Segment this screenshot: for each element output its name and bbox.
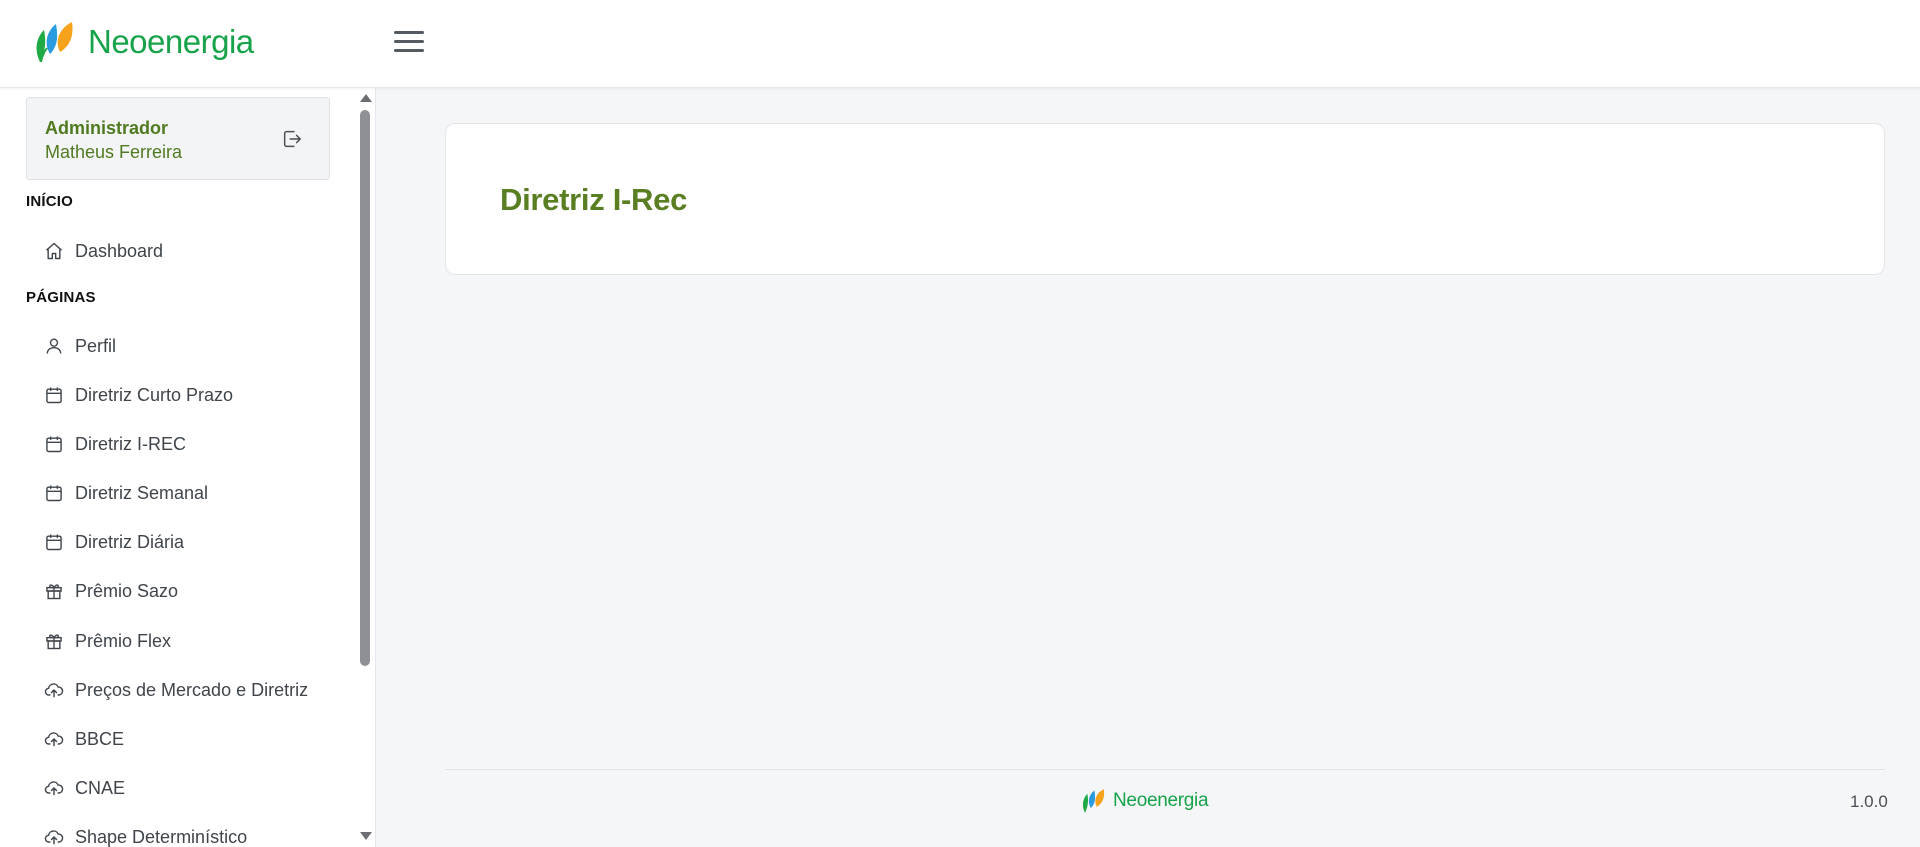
sidebar-item-label: Diretriz I-REC xyxy=(75,433,186,454)
cloud-upload-icon xyxy=(44,729,64,749)
sidebar-item-shape-deterministico[interactable]: Shape Determinístico xyxy=(44,819,344,847)
home-icon xyxy=(44,241,64,261)
version-label: 1.0.0 xyxy=(1850,792,1888,811)
sidebar-item-label: BBCE xyxy=(75,728,125,749)
neoenergia-leaf-icon xyxy=(1082,789,1105,813)
sidebar-item-diretriz-i-rec[interactable]: Diretriz I-REC xyxy=(44,426,344,462)
page-title: Diretriz I-Rec xyxy=(500,182,688,217)
scrollbar-thumb[interactable] xyxy=(360,110,370,666)
section-title-paginas: PÁGINAS xyxy=(26,289,96,306)
sidebar-item-perfil[interactable]: Perfil xyxy=(44,328,344,364)
sidebar-item-label: Shape Determinístico xyxy=(75,826,248,847)
sidebar-item-label: Diretriz Diária xyxy=(75,531,185,552)
sidebar-item-diretriz-diaria[interactable]: Diretriz Diária xyxy=(44,524,344,560)
brand-name: Neoenergia xyxy=(88,23,254,60)
user-name: Matheus Ferreira xyxy=(45,142,183,162)
hamburger-line xyxy=(394,31,424,34)
sidebar-item-label: Dashboard xyxy=(75,240,164,261)
user-icon xyxy=(44,336,64,356)
hamburger-line xyxy=(394,49,424,52)
brand-logo[interactable]: Neoenergia xyxy=(32,20,254,64)
sidebar-item-label: Diretriz Semanal xyxy=(75,482,209,503)
scroll-up-arrow-icon[interactable] xyxy=(360,94,372,102)
sidebar-item-cnae[interactable]: CNAE xyxy=(44,770,344,806)
section-title-inicio: INÍCIO xyxy=(26,193,74,210)
calendar-icon xyxy=(44,434,64,454)
sidebar-item-premio-flex[interactable]: Prêmio Flex xyxy=(44,623,344,659)
sidebar: Administrador Matheus Ferreira INÍCIO Da… xyxy=(0,88,376,847)
cloud-upload-icon xyxy=(44,827,64,847)
calendar-icon xyxy=(44,385,64,405)
sidebar-item-premio-sazo[interactable]: Prêmio Sazo xyxy=(44,573,344,609)
hamburger-line xyxy=(394,40,424,43)
cloud-upload-icon xyxy=(44,778,64,798)
sidebar-item-dashboard[interactable]: Dashboard xyxy=(44,233,344,269)
neoenergia-leaf-icon xyxy=(36,22,73,63)
calendar-icon xyxy=(44,532,64,552)
sidebar-item-label: Diretriz Curto Prazo xyxy=(75,384,234,405)
page-header-card: Diretriz I-Rec xyxy=(445,123,1885,275)
sidebar-item-label: Prêmio Sazo xyxy=(75,580,179,601)
sidebar-scrollbar[interactable] xyxy=(356,88,374,847)
gift-icon xyxy=(44,631,64,651)
sidebar-item-label: Perfil xyxy=(75,335,117,356)
footer-logo: Neoenergia xyxy=(1080,788,1209,814)
logout-icon[interactable] xyxy=(281,128,303,150)
footer-brand-name: Neoenergia xyxy=(1113,790,1209,811)
sidebar-item-bbce[interactable]: BBCE xyxy=(44,721,344,757)
gift-icon xyxy=(44,581,64,601)
sidebar-item-diretriz-curto-prazo[interactable]: Diretriz Curto Prazo xyxy=(44,377,344,413)
cloud-upload-icon xyxy=(44,680,64,700)
user-role: Administrador xyxy=(45,118,169,138)
sidebar-item-label: CNAE xyxy=(75,777,126,798)
scroll-down-arrow-icon[interactable] xyxy=(360,832,372,840)
footer-divider xyxy=(445,769,1885,770)
sidebar-item-diretriz-semanal[interactable]: Diretriz Semanal xyxy=(44,475,344,511)
menu-toggle-button[interactable] xyxy=(394,31,424,55)
calendar-icon xyxy=(44,483,64,503)
top-bar: Neoenergia xyxy=(0,0,1920,88)
sidebar-item-precos-de-mercado[interactable]: Preços de Mercado e Diretriz xyxy=(44,672,344,708)
sidebar-item-label: Prêmio Flex xyxy=(75,630,172,651)
sidebar-item-label: Preços de Mercado e Diretriz xyxy=(75,679,309,700)
user-card: Administrador Matheus Ferreira xyxy=(26,97,330,180)
